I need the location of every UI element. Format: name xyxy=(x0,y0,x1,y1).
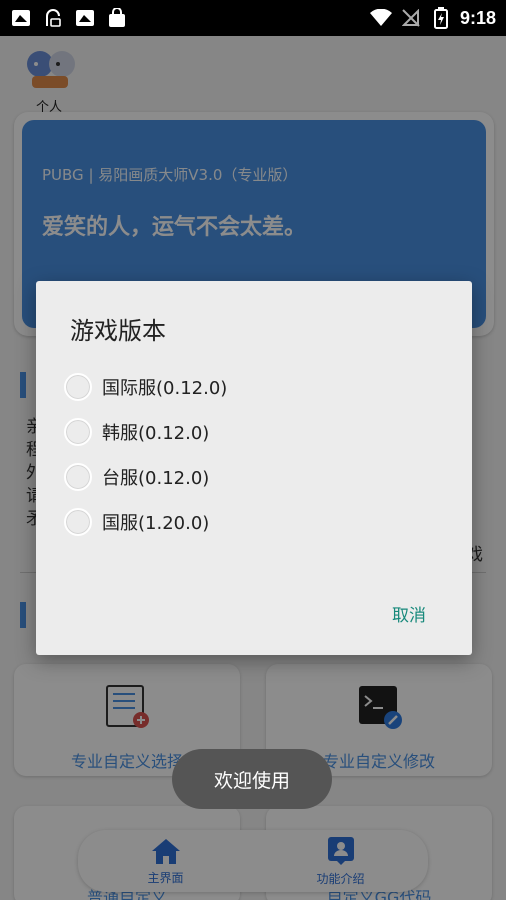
nfc-icon xyxy=(42,7,64,29)
battery-charging-icon xyxy=(430,7,452,29)
radio-option-china[interactable]: 国服(1.20.0) xyxy=(64,504,209,540)
toast: 欢迎使用 xyxy=(172,749,332,809)
clock: 9:18 xyxy=(459,7,496,28)
radio-label: 韩服(0.12.0) xyxy=(102,423,210,444)
dialog-title: 游戏版本 xyxy=(70,317,166,345)
wifi-icon xyxy=(369,7,392,29)
radio-label: 国际服(0.12.0) xyxy=(102,378,228,399)
status-bar: 9:18 xyxy=(0,0,506,36)
shopping-bag-icon xyxy=(106,7,128,29)
radio-button[interactable] xyxy=(64,463,92,491)
radio-option-taiwan[interactable]: 台服(0.12.0) xyxy=(64,459,209,495)
image-icon xyxy=(10,7,32,29)
image-icon xyxy=(74,7,96,29)
cancel-button[interactable]: 取消 xyxy=(386,597,432,630)
radio-option-korea[interactable]: 韩服(0.12.0) xyxy=(64,414,209,450)
game-version-dialog: 游戏版本 国际服(0.12.0) 韩服(0.12.0) 台服(0.12.0) 国… xyxy=(36,281,472,655)
radio-button[interactable] xyxy=(64,508,92,536)
radio-button[interactable] xyxy=(64,418,92,446)
radio-label: 国服(1.20.0) xyxy=(102,513,210,534)
signal-off-icon xyxy=(400,7,422,29)
radio-label: 台服(0.12.0) xyxy=(102,468,210,489)
radio-button[interactable] xyxy=(64,373,92,401)
radio-option-international[interactable]: 国际服(0.12.0) xyxy=(64,369,227,405)
